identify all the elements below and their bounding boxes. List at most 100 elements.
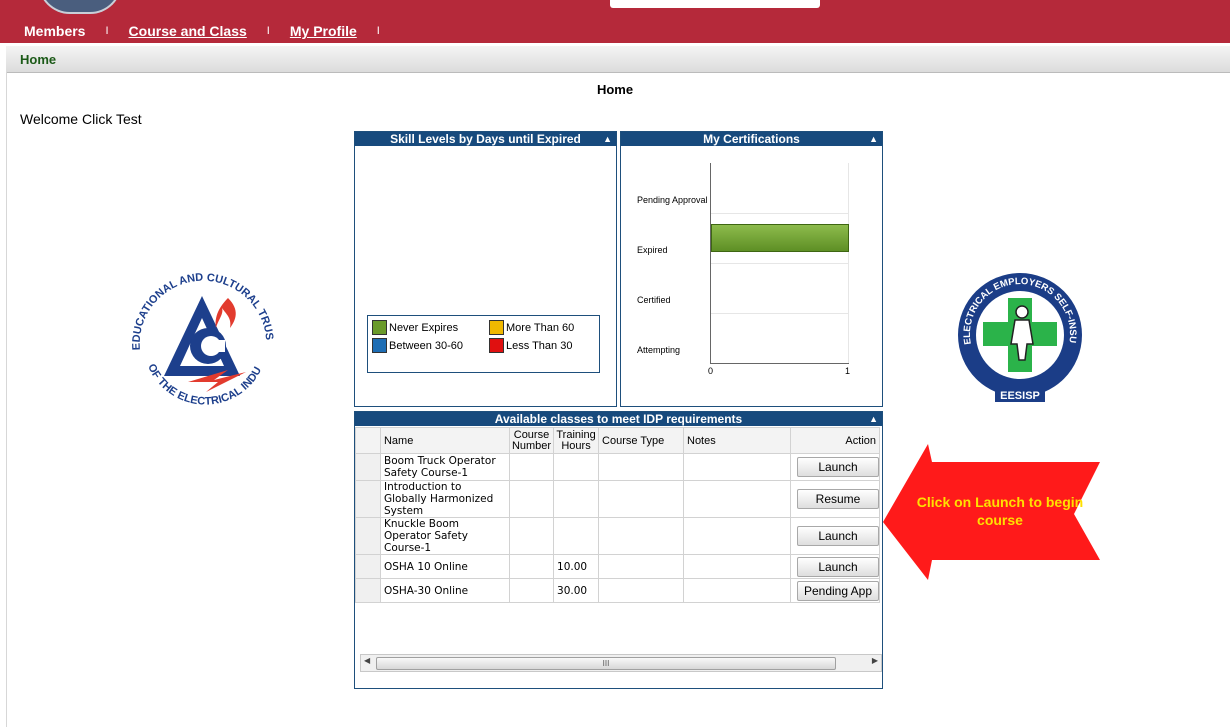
legend-swatch: [372, 320, 387, 335]
etf-logo: EDUCATIONAL AND CULTURAL TRUST FUND OF T…: [118, 258, 275, 408]
table-row[interactable]: Boom Truck Operator Safety Course-1 Launc…: [355, 453, 880, 481]
table-row[interactable]: OSHA 10 Online 10.00 Launch: [355, 554, 880, 579]
table-row[interactable]: Knuckle Boom Operator Safety Course-1 Lau…: [355, 517, 880, 555]
row-gutter: [355, 517, 381, 555]
legend-item: Never Expires: [372, 320, 458, 335]
resume-button[interactable]: Resume: [797, 489, 879, 509]
cell-training-hours: [553, 517, 600, 555]
legend-item: Between 30-60: [372, 338, 463, 353]
legend-swatch: [489, 338, 504, 353]
cell-notes: [683, 578, 791, 603]
cell-training-hours: [553, 480, 600, 518]
scrollbar-thumb[interactable]: III: [376, 657, 836, 670]
cell-name: Boom Truck Operator Safety Course-1: [379, 453, 510, 481]
cell-course-number: [508, 554, 555, 579]
top-nav-bar: Members I Course and Class I My Profile …: [0, 0, 1230, 43]
menu-separator: I: [266, 25, 270, 37]
cell-training-hours: [553, 453, 600, 481]
callout-text: Click on Launch to begin course: [916, 494, 1084, 528]
cell-name: Introduction to Globally Harmonized Syst…: [379, 480, 510, 518]
legend-swatch: [489, 320, 504, 335]
col-header-notes[interactable]: Notes: [683, 427, 791, 454]
table-header-row: Name Course Number Training Hours Course…: [355, 427, 880, 454]
launch-button[interactable]: Launch: [797, 556, 879, 577]
cell-action: Resume: [789, 480, 880, 518]
cell-action: Launch: [789, 517, 880, 555]
menu-item-course-and-class[interactable]: Course and Class: [129, 23, 247, 39]
cell-course-type: [598, 578, 684, 603]
cell-name: OSHA-30 Online: [379, 578, 510, 603]
cell-course-type: [598, 480, 684, 518]
cell-action: Pending App: [789, 578, 880, 603]
eesisp-logo-badge: EESISP: [1000, 390, 1040, 402]
page-title: Home: [596, 82, 634, 97]
legend-label: Never Expires: [389, 321, 459, 334]
menu-separator: I: [376, 25, 380, 37]
y-category-label: Expired: [637, 245, 668, 255]
collapse-icon[interactable]: ▲: [869, 132, 878, 146]
row-gutter: [355, 453, 381, 481]
certifications-chart-plot: [710, 163, 849, 364]
legend-label: More Than 60: [506, 321, 575, 334]
certifications-panel: My Certifications ▲ 0 1 Pending Approval…: [620, 131, 883, 407]
certifications-title: My Certifications: [703, 132, 800, 146]
breadcrumb-bar: Home: [6, 46, 1230, 73]
cell-notes: [683, 517, 791, 555]
cell-course-number: [508, 453, 555, 481]
chart-gridline: [711, 263, 849, 264]
collapse-icon[interactable]: ▲: [869, 412, 878, 426]
launch-button[interactable]: Launch: [797, 526, 879, 546]
skill-levels-header: Skill Levels by Days until Expired ▲: [355, 132, 616, 146]
cell-notes: [683, 554, 791, 579]
y-category-label: Certified: [637, 295, 671, 305]
menu-item-members[interactable]: Members: [24, 23, 85, 39]
col-header-course-number[interactable]: Course Number: [508, 427, 555, 454]
skill-levels-legend: Never Expires More Than 60 Between 30-60…: [367, 315, 600, 373]
menu-separator: I: [105, 25, 109, 37]
cell-notes: [683, 480, 791, 518]
header-logo-fragment: [38, 0, 122, 14]
legend-item: More Than 60: [489, 320, 574, 335]
eesisp-logo: ELECTRICAL EMPLOYERS SELF-INSURANCE SAFE…: [955, 260, 1082, 402]
menu-item-my-profile[interactable]: My Profile: [290, 23, 357, 39]
launch-button[interactable]: Launch: [797, 457, 879, 477]
legend-swatch: [372, 338, 387, 353]
breadcrumb[interactable]: Home: [20, 52, 56, 67]
col-header-training-hours[interactable]: Training Hours: [553, 427, 600, 454]
cell-course-type: [598, 453, 684, 481]
scroll-right-icon[interactable]: ▶: [872, 656, 878, 665]
x-tick-label: 1: [845, 366, 851, 376]
certifications-header: My Certifications ▲: [621, 132, 882, 146]
cell-training-hours: 30.00: [553, 578, 600, 603]
cell-course-type: [598, 554, 684, 579]
header-white-strip: [610, 0, 820, 8]
menu-item-my-profile-label: My Profile: [289, 23, 357, 39]
pending-app-button[interactable]: Pending App: [797, 580, 879, 601]
legend-label: Less Than 30: [506, 339, 573, 352]
collapse-icon[interactable]: ▲: [603, 132, 612, 146]
scrollbar-grip: III: [602, 659, 610, 668]
col-header-course-type[interactable]: Course Type: [598, 427, 684, 454]
classes-grid-viewport: Name Course Number Training Hours Course…: [355, 427, 880, 654]
welcome-message: Welcome Click Test: [20, 111, 142, 127]
cell-training-hours: 10.00: [553, 554, 600, 579]
left-border: [6, 72, 7, 727]
cell-action: Launch: [789, 453, 880, 481]
row-gutter: [355, 427, 381, 454]
menu-item-course-and-class-label: Course and Class: [128, 23, 247, 39]
table-row[interactable]: OSHA-30 Online 30.00 Pending App: [355, 578, 880, 603]
row-gutter: [355, 578, 381, 603]
table-row[interactable]: Introduction to Globally Harmonized Syst…: [355, 480, 880, 518]
available-classes-title: Available classes to meet IDP requiremen…: [494, 412, 743, 426]
chart-bar[interactable]: [711, 224, 849, 252]
x-tick-label: 0: [708, 366, 714, 376]
available-classes-header: Available classes to meet IDP requiremen…: [355, 412, 882, 426]
col-header-name[interactable]: Name: [379, 427, 510, 454]
cell-course-type: [598, 517, 684, 555]
cell-name: Knuckle Boom Operator Safety Course-1: [379, 517, 510, 555]
horizontal-scrollbar[interactable]: ◀ III ▶: [360, 654, 882, 672]
col-header-action[interactable]: Action: [789, 427, 880, 454]
cell-course-number: [508, 517, 555, 555]
chart-gridline: [711, 313, 849, 314]
scroll-left-icon[interactable]: ◀: [364, 656, 370, 665]
